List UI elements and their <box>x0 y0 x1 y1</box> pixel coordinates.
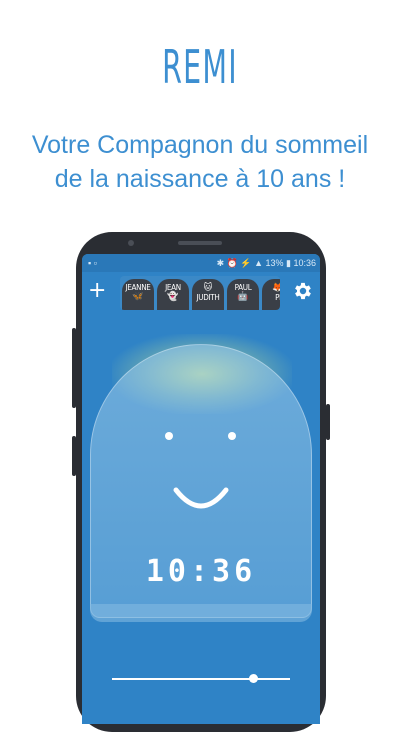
robot-icon: 🤖 <box>237 292 249 302</box>
phone-power-button <box>326 404 330 440</box>
brightness-slider-thumb[interactable] <box>248 674 258 683</box>
tab-profile-jean[interactable]: JEAN 👻 <box>157 279 189 310</box>
remi-smile <box>173 487 229 509</box>
phone-bixby-button <box>72 436 76 476</box>
phone-speaker <box>178 241 222 245</box>
tab-label: JEANNE <box>125 283 151 292</box>
status-bar: ▪ ▫ ✱ ⏰ ⚡ ▲ 13% ▮ 10:36 <box>82 254 320 272</box>
tagline: Votre Compagnon du sommeil de la naissan… <box>0 128 400 196</box>
settings-gear-icon[interactable] <box>292 280 314 302</box>
app-logo: REMI <box>162 40 238 94</box>
remi-lamp-base <box>90 604 312 622</box>
ghost-icon: 👻 <box>167 292 179 302</box>
phone-volume-button <box>72 328 76 408</box>
remi-left-eye <box>165 432 173 440</box>
tab-label: JEAN <box>165 283 181 292</box>
tab-label: PI <box>275 293 280 302</box>
brightness-slider-track[interactable] <box>112 678 290 680</box>
tab-profile-paul[interactable]: PAUL 🤖 <box>227 279 259 310</box>
add-profile-button[interactable]: + <box>88 280 106 302</box>
profile-tabs: JEANNE 🦋 JEAN 👻 🐱 JUDITH PAUL 🤖 🦊 PI <box>120 276 280 310</box>
status-left: ▪ ▫ <box>88 258 97 268</box>
app-screen: ▪ ▫ ✱ ⏰ ⚡ ▲ 13% ▮ 10:36 + JEANNE 🦋 JEAN … <box>82 254 320 724</box>
cat-icon: 🐱 <box>203 283 213 293</box>
status-right: ✱ ⏰ ⚡ ▲ 13% ▮ 10:36 <box>216 258 316 268</box>
butterfly-icon: 🦋 <box>132 292 144 302</box>
fox-icon: 🦊 <box>272 283 280 293</box>
tab-profile-pi[interactable]: 🦊 PI <box>262 279 280 310</box>
tab-profile-jeanne[interactable]: JEANNE 🦋 <box>122 279 154 310</box>
tagline-line-1: Votre Compagnon du sommeil <box>31 131 369 159</box>
tab-label: PAUL <box>234 283 252 292</box>
tagline-line-2: de la naissance à 10 ans ! <box>54 165 346 193</box>
tab-profile-judith[interactable]: 🐱 JUDITH <box>192 279 224 310</box>
tab-label: JUDITH <box>196 293 220 302</box>
lamp-clock: 10:36 <box>145 554 257 589</box>
phone-camera <box>128 240 134 246</box>
remi-right-eye <box>228 432 236 440</box>
